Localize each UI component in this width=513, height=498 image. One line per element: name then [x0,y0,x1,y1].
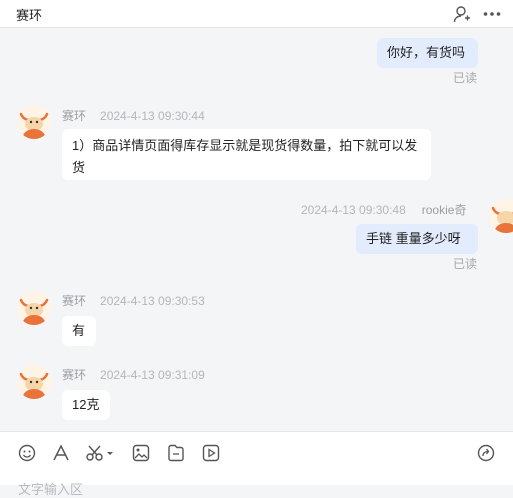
message-meta: 赛环 2024-4-13 09:31:09 [62,366,205,383]
message-meta: 2024-4-13 09:30:48 rookie奇 [301,201,466,218]
message-meta: 赛环 2024-4-13 09:30:44 [62,107,205,124]
emoji-icon[interactable] [16,442,38,464]
other-message-bubble[interactable]: 有 [62,316,96,346]
chat-header: 赛环 [0,0,513,28]
read-status: 已读 [453,71,478,85]
message-list[interactable]: 你好，有货吗 已读 赛环 2024-4-13 09:30:44 1）商品详情页面得… [0,28,513,431]
sender-name: 赛环 [62,294,87,308]
avatar[interactable] [17,365,51,399]
sender-name: 赛环 [62,368,87,382]
other-message-bubble[interactable]: 12克 [62,390,110,420]
timestamp: 2024-4-13 09:31:09 [100,368,205,382]
image-icon[interactable] [130,442,152,464]
scissors-icon[interactable] [84,442,116,464]
message-input[interactable]: 文字输入区 [18,479,83,498]
my-avatar[interactable] [489,199,513,233]
bull-avatar-icon [489,199,513,233]
font-icon[interactable] [50,442,72,464]
other-message-bubble[interactable]: 1）商品详情页面得库存显示就是现货得数量，拍下就可以发货 [62,129,431,180]
chat-title: 赛环 [16,8,43,23]
file-icon[interactable] [165,442,187,464]
my-message-bubble[interactable]: 你好，有货吗 [377,38,478,68]
video-icon[interactable] [200,442,222,464]
timestamp: 2024-4-13 09:30:53 [100,294,205,308]
more-icon[interactable] [482,4,502,24]
message-meta: 赛环 2024-4-13 09:30:53 [62,292,205,309]
share-icon[interactable] [475,442,497,464]
input-toolbar: 文字输入区 [0,431,513,497]
avatar[interactable] [17,291,51,325]
timestamp: 2024-4-13 09:30:44 [100,109,205,123]
read-status: 已读 [453,257,478,271]
avatar[interactable] [17,105,51,139]
my-message-bubble[interactable]: 手链 重量多少呀 [356,224,478,254]
sender-name: rookie奇 [421,203,467,217]
add-user-icon[interactable] [452,4,472,24]
timestamp: 2024-4-13 09:30:48 [301,203,406,217]
bull-avatar-icon [17,365,51,399]
bull-avatar-icon [17,291,51,325]
sender-name: 赛环 [62,109,87,123]
bull-avatar-icon [17,105,51,139]
